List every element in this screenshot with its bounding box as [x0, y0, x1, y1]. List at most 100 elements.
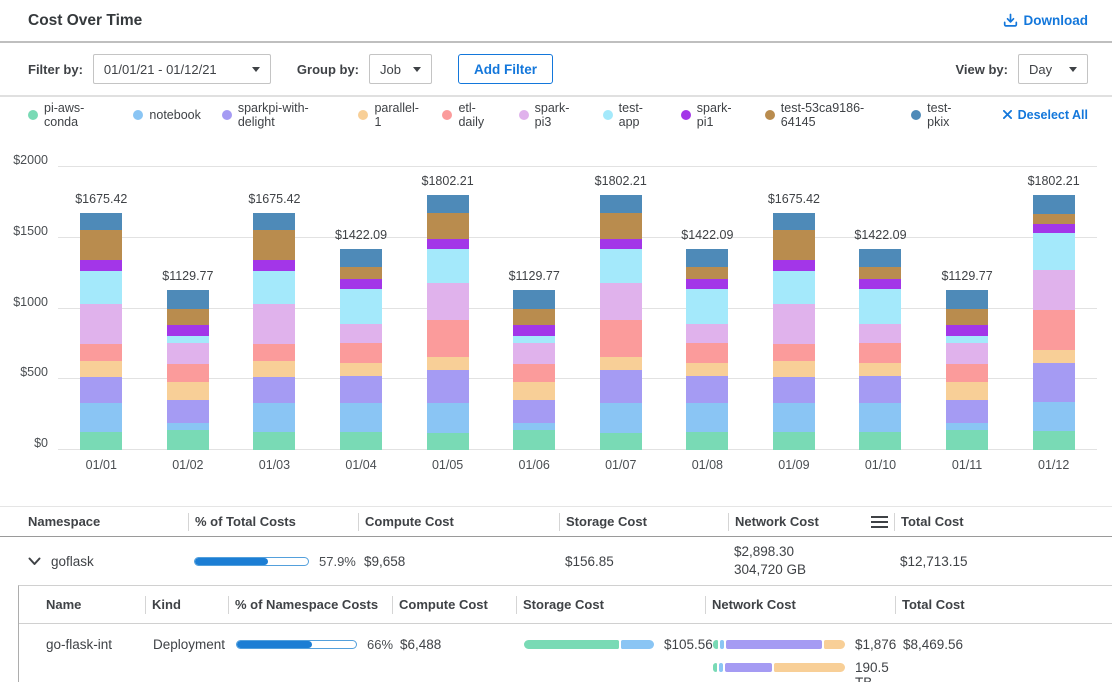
stacked-bar[interactable] — [80, 213, 122, 450]
bar-segment-etl-daily[interactable] — [600, 320, 642, 357]
bar-segment-etl-daily[interactable] — [859, 343, 901, 362]
bar-segment-test-53ca9186-64145[interactable] — [686, 267, 728, 279]
bar-segment-test-pkix[interactable] — [946, 290, 988, 309]
bar-segment-sparkpi-with-delight[interactable] — [859, 376, 901, 403]
bar-segment-pi-aws-conda[interactable] — [253, 432, 295, 450]
bar-segment-test-app[interactable] — [773, 271, 815, 304]
bar-segment-test-app[interactable] — [80, 271, 122, 304]
bar-segment-spark-pi3[interactable] — [80, 304, 122, 344]
bar-segment-test-53ca9186-64145[interactable] — [600, 213, 642, 239]
bar-segment-spark-pi1[interactable] — [773, 260, 815, 270]
group-by-dropdown[interactable]: Job — [369, 54, 432, 84]
bar-segment-spark-pi1[interactable] — [946, 325, 988, 336]
bar-segment-pi-aws-conda[interactable] — [513, 430, 555, 450]
bar-segment-test-53ca9186-64145[interactable] — [253, 230, 295, 260]
stacked-bar[interactable] — [340, 249, 382, 450]
bar-segment-test-pkix[interactable] — [513, 290, 555, 309]
stacked-bar[interactable] — [253, 213, 295, 450]
bar-segment-test-app[interactable] — [340, 289, 382, 324]
bar-segment-test-app[interactable] — [427, 249, 469, 283]
legend-item-parallel-1[interactable]: parallel-1 — [358, 101, 421, 129]
bar-segment-parallel-1[interactable] — [859, 363, 901, 376]
bar-segment-spark-pi1[interactable] — [600, 239, 642, 249]
bar-segment-pi-aws-conda[interactable] — [1033, 431, 1075, 450]
stacked-bar[interactable] — [773, 213, 815, 450]
bar-segment-test-app[interactable] — [1033, 233, 1075, 270]
bar-segment-notebook[interactable] — [427, 403, 469, 432]
bar-segment-test-app[interactable] — [686, 289, 728, 324]
column-menu-icon[interactable] — [871, 516, 888, 528]
table-row-goflask[interactable]: goflask 57.9% $9,658 $156.85 $2,898.30 3… — [0, 537, 1112, 585]
bar-segment-parallel-1[interactable] — [167, 382, 209, 400]
bar-segment-spark-pi3[interactable] — [513, 343, 555, 364]
legend-item-spark-pi3[interactable]: spark-pi3 — [519, 101, 582, 129]
bar-segment-sparkpi-with-delight[interactable] — [167, 400, 209, 423]
bar-segment-notebook[interactable] — [513, 423, 555, 430]
stacked-bar[interactable] — [946, 290, 988, 450]
bar-segment-pi-aws-conda[interactable] — [427, 433, 469, 450]
bar-segment-spark-pi3[interactable] — [340, 324, 382, 344]
bar-segment-test-pkix[interactable] — [340, 249, 382, 267]
stacked-bar[interactable] — [600, 195, 642, 450]
bar-segment-spark-pi1[interactable] — [1033, 224, 1075, 234]
bar-segment-spark-pi1[interactable] — [427, 239, 469, 249]
bar-segment-parallel-1[interactable] — [686, 363, 728, 376]
bar-segment-etl-daily[interactable] — [340, 343, 382, 362]
legend-item-notebook[interactable]: notebook — [133, 108, 200, 122]
bar-segment-test-app[interactable] — [167, 336, 209, 344]
legend-item-test-53ca9186-64145[interactable]: test-53ca9186-64145 — [765, 101, 890, 129]
bar-segment-pi-aws-conda[interactable] — [859, 432, 901, 450]
bar-segment-test-pkix[interactable] — [253, 213, 295, 230]
bar-segment-test-53ca9186-64145[interactable] — [773, 230, 815, 260]
bar-segment-spark-pi3[interactable] — [773, 304, 815, 344]
bar-segment-etl-daily[interactable] — [946, 364, 988, 382]
bar-segment-notebook[interactable] — [946, 423, 988, 430]
bar-segment-pi-aws-conda[interactable] — [773, 432, 815, 450]
stacked-bar[interactable] — [1033, 195, 1075, 450]
bar-segment-test-53ca9186-64145[interactable] — [427, 213, 469, 239]
stacked-bar[interactable] — [513, 290, 555, 450]
table-row-go-flask-int[interactable]: go-flask-int Deployment 66% $6,488 $105.… — [19, 624, 1112, 682]
bar-segment-spark-pi1[interactable] — [253, 260, 295, 270]
bar-segment-test-app[interactable] — [946, 336, 988, 344]
bar-segment-spark-pi1[interactable] — [859, 279, 901, 289]
bar-segment-spark-pi3[interactable] — [167, 343, 209, 364]
bar-segment-sparkpi-with-delight[interactable] — [1033, 363, 1075, 401]
legend-item-etl-daily[interactable]: etl-daily — [442, 101, 497, 129]
bar-segment-test-53ca9186-64145[interactable] — [859, 267, 901, 279]
bar-segment-parallel-1[interactable] — [946, 382, 988, 400]
bar-segment-notebook[interactable] — [686, 403, 728, 432]
bar-segment-etl-daily[interactable] — [686, 343, 728, 362]
bar-segment-test-pkix[interactable] — [773, 213, 815, 230]
legend-item-sparkpi-with-delight[interactable]: sparkpi-with-delight — [222, 101, 338, 129]
bar-segment-parallel-1[interactable] — [600, 357, 642, 370]
bar-segment-parallel-1[interactable] — [773, 361, 815, 376]
date-range-dropdown[interactable]: 01/01/21 - 01/12/21 — [93, 54, 271, 84]
bar-segment-test-53ca9186-64145[interactable] — [340, 267, 382, 279]
add-filter-button[interactable]: Add Filter — [458, 54, 553, 84]
bar-segment-spark-pi3[interactable] — [686, 324, 728, 344]
bar-segment-pi-aws-conda[interactable] — [600, 433, 642, 450]
bar-segment-spark-pi3[interactable] — [859, 324, 901, 344]
bar-segment-notebook[interactable] — [859, 403, 901, 432]
bar-segment-spark-pi3[interactable] — [600, 283, 642, 320]
bar-segment-spark-pi1[interactable] — [167, 325, 209, 336]
bar-segment-etl-daily[interactable] — [427, 320, 469, 357]
bar-segment-notebook[interactable] — [1033, 402, 1075, 432]
bar-segment-pi-aws-conda[interactable] — [80, 432, 122, 450]
bar-segment-etl-daily[interactable] — [167, 364, 209, 382]
bar-segment-test-app[interactable] — [253, 271, 295, 304]
bar-segment-test-53ca9186-64145[interactable] — [167, 309, 209, 325]
bar-segment-spark-pi3[interactable] — [1033, 270, 1075, 310]
bar-segment-notebook[interactable] — [80, 403, 122, 432]
bar-segment-test-app[interactable] — [513, 336, 555, 344]
bar-segment-test-app[interactable] — [859, 289, 901, 324]
bar-segment-test-pkix[interactable] — [686, 249, 728, 267]
bar-segment-pi-aws-conda[interactable] — [167, 430, 209, 450]
bar-segment-spark-pi3[interactable] — [427, 283, 469, 320]
bar-segment-sparkpi-with-delight[interactable] — [513, 400, 555, 423]
bar-segment-parallel-1[interactable] — [80, 361, 122, 376]
bar-segment-test-pkix[interactable] — [600, 195, 642, 213]
bar-segment-etl-daily[interactable] — [513, 364, 555, 382]
download-button[interactable]: Download — [1003, 13, 1089, 28]
